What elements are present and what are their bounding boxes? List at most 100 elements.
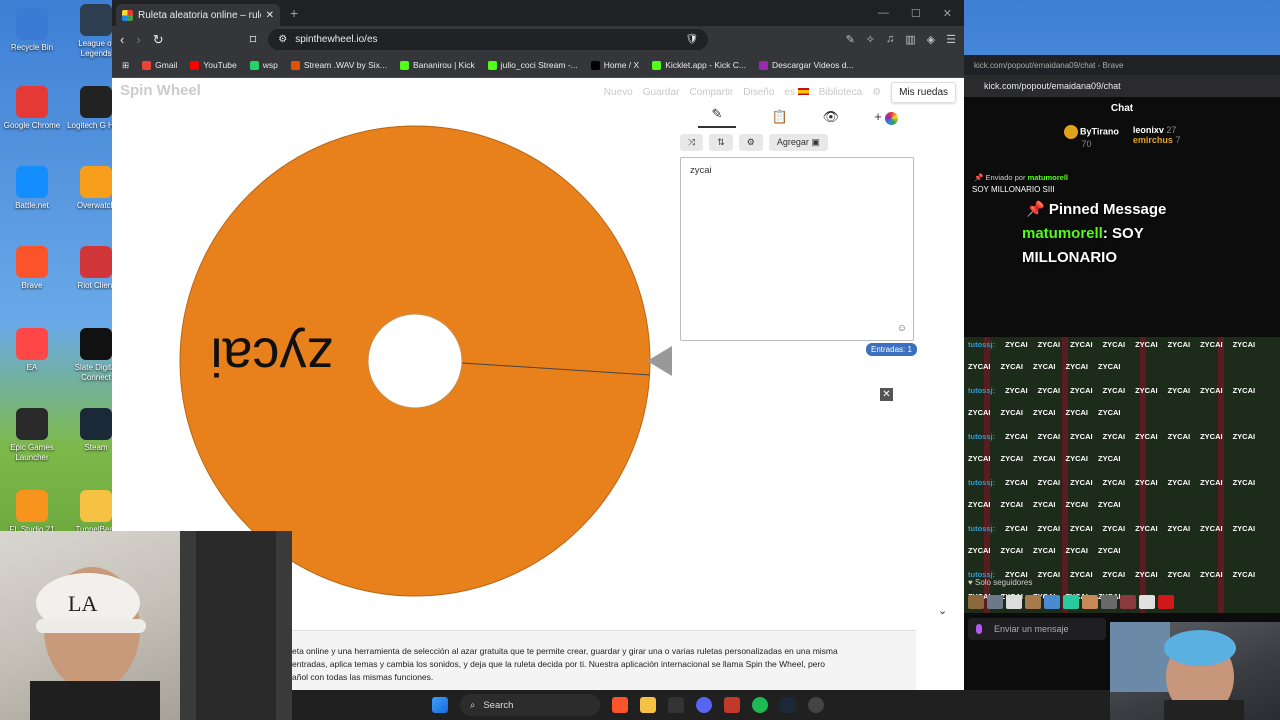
maximize-icon[interactable]: ☐ [911, 7, 921, 20]
description-line: añol con todas las mismas funciones. [292, 672, 434, 682]
desktop-icon[interactable]: Recycle Bin [0, 8, 64, 53]
chat-username[interactable]: tutossj: [968, 340, 995, 358]
wheel-center-hole[interactable] [367, 313, 463, 409]
pinned-by-user[interactable]: matumorell [1028, 173, 1068, 182]
chat-message-text: ZYCAI [1167, 340, 1191, 349]
shuffle-button-icon[interactable]: ⤨ [680, 134, 704, 151]
chat-username[interactable]: tutossj: [968, 524, 995, 542]
save-button[interactable]: Guardar [643, 87, 680, 98]
emote-icon[interactable] [1082, 595, 1098, 609]
reload-icon[interactable]: ↻ [153, 32, 164, 48]
terminal-icon[interactable] [668, 697, 684, 713]
bookmark-item[interactable]: Home / X [590, 60, 639, 70]
site-logo[interactable]: Spin Wheel [120, 82, 201, 99]
new-button[interactable]: Nuevo [604, 87, 633, 98]
forward-icon[interactable]: › [136, 32, 140, 47]
emote-icon[interactable] [1158, 595, 1174, 609]
share-button[interactable]: Compartir [689, 87, 733, 98]
emote-icon[interactable] [1101, 595, 1117, 609]
emote-icon[interactable] [1139, 595, 1155, 609]
bookmark-icon[interactable]: ⌑ [250, 32, 257, 48]
address-bar[interactable]: ⚙ spinthewheel.io/es 🛡 [268, 29, 709, 50]
puzzle-icon[interactable]: ✧ [866, 33, 875, 46]
add-color-icon[interactable]: + [874, 109, 899, 125]
settings-icon[interactable]: ⚙ [872, 87, 881, 98]
emote-icon[interactable] [1025, 595, 1041, 609]
apps-grid-icon[interactable]: ⊞ [122, 60, 129, 71]
leader-count: 70 [1081, 139, 1092, 149]
menu-icon[interactable]: ☰ [946, 33, 956, 46]
discord-icon[interactable] [696, 697, 712, 713]
taskbar-search[interactable]: ⌕ Search [460, 694, 600, 716]
entries-count-badge: Entradas: 1 [866, 343, 917, 356]
desktop-icon[interactable]: Epic Games Launcher [0, 408, 64, 463]
taskbar: ⌕ Search [292, 690, 1110, 720]
wallet-icon[interactable]: ◈ [927, 33, 935, 46]
obs-icon[interactable] [808, 697, 824, 713]
bookmark-item[interactable]: Gmail [142, 60, 177, 70]
add-image-button[interactable]: Agregar ▣ [768, 134, 828, 151]
desktop-icon[interactable]: FL Studio 21 [0, 490, 64, 535]
desktop-icon[interactable]: Brave [0, 246, 64, 291]
close-ad-icon[interactable]: ✕ [880, 388, 893, 401]
design-button[interactable]: Diseño [743, 87, 774, 98]
leader-2[interactable]: leonixv 27 emirchus 7 [1133, 125, 1181, 161]
sort-button-icon[interactable]: ⇅ [709, 134, 733, 151]
windows-start-icon[interactable] [432, 697, 448, 713]
chat-username[interactable]: tutossj: [968, 386, 995, 404]
brave-taskbar-icon[interactable] [612, 697, 628, 713]
bookmark-item[interactable]: Bananirou | Kick [400, 60, 475, 70]
entries-textarea[interactable]: zycai ☺ [680, 157, 914, 341]
sidebar-icon[interactable]: ▥ [905, 33, 915, 46]
app-icon [16, 166, 48, 198]
tab-title: Ruleta aleatoria online – ruleta d [138, 9, 261, 21]
pinned-user[interactable]: matumorell [1022, 225, 1103, 242]
bookmark-item[interactable]: Stream .WAV by Six... [290, 60, 387, 70]
bookmark-item[interactable]: YouTube [190, 60, 237, 70]
my-wheels-button[interactable]: Mis ruedas [891, 82, 956, 103]
bookmark-item[interactable]: Descargar Videos d... [758, 60, 854, 70]
emote-icon[interactable] [1006, 595, 1022, 609]
hide-tab-eye-icon[interactable]: 👁 [823, 109, 840, 125]
library-button[interactable]: Biblioteca [819, 87, 862, 98]
site-info-icon[interactable]: ⚙ [278, 34, 287, 45]
emote-icon[interactable] [1044, 595, 1060, 609]
chat-message-text: ZYCAI [1065, 454, 1089, 463]
emote-icon[interactable] [1063, 595, 1079, 609]
language-button[interactable]: es [784, 87, 809, 98]
tab-active[interactable]: Ruleta aleatoria online – ruleta d ✕ [116, 4, 280, 26]
chevron-down-icon[interactable]: ⌄ [938, 604, 947, 617]
chat-username[interactable]: tutossj: [968, 432, 995, 450]
steam-taskbar-icon[interactable] [780, 697, 796, 713]
emoji-icon[interactable]: ☺ [897, 323, 907, 334]
back-icon[interactable]: ‹ [120, 32, 124, 47]
new-tab-icon[interactable]: + [290, 5, 298, 21]
bookmark-item[interactable]: Kicklet.app - Kick C... [652, 60, 746, 70]
edit-tab-pencil-icon[interactable]: ✎ [697, 106, 737, 128]
close-tab-icon[interactable]: ✕ [266, 10, 274, 21]
emote-icon[interactable] [1120, 595, 1136, 609]
emote-picker-icon[interactable] [976, 624, 982, 634]
chat-username[interactable]: tutossj: [968, 478, 995, 496]
brave-shield-icon[interactable]: 🛡 [686, 34, 699, 45]
bookmark-item[interactable]: julio_coci Stream -... [487, 60, 578, 70]
settings-button-icon[interactable]: ⚙ [738, 134, 763, 151]
vice-icon[interactable] [724, 697, 740, 713]
file-explorer-icon[interactable] [640, 697, 656, 713]
spotify-icon[interactable] [752, 697, 768, 713]
close-window-icon[interactable]: ✕ [943, 7, 952, 20]
app-icon [16, 8, 48, 40]
desktop-icon[interactable]: Battle.net [0, 166, 64, 211]
minimize-icon[interactable]: — [878, 7, 889, 20]
bookmark-label: Descargar Videos d... [771, 60, 854, 70]
emote-icon[interactable] [968, 595, 984, 609]
results-tab-icon[interactable]: 📋 [771, 109, 787, 125]
emote-icon[interactable] [987, 595, 1003, 609]
bookmark-item[interactable]: wsp [249, 60, 278, 70]
leader-1[interactable]: ByTirano 70 [1063, 125, 1119, 161]
desktop-icon[interactable]: Google Chrome [0, 86, 64, 131]
media-icon[interactable]: ♫ [886, 33, 894, 46]
send-message-input[interactable]: Enviar un mensaje [968, 618, 1106, 640]
desktop-icon[interactable]: EA [0, 328, 64, 373]
extension-icon[interactable]: ✎ [846, 33, 855, 46]
